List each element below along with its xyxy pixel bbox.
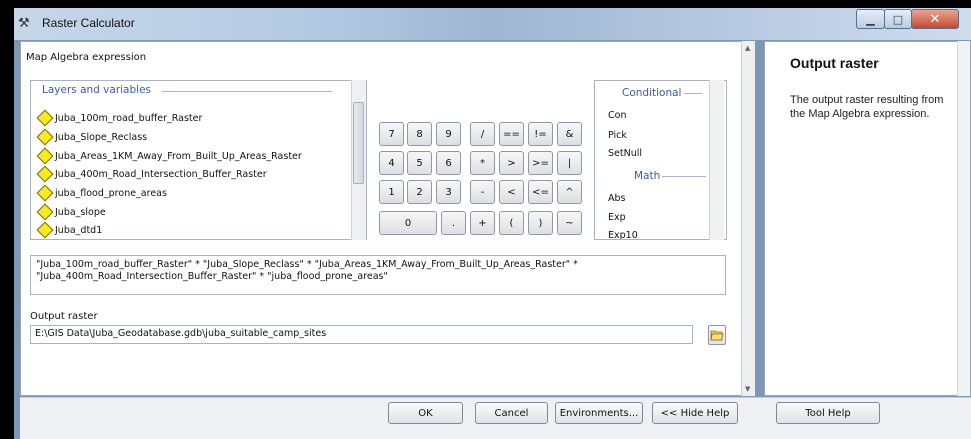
conditional-header: Conditional xyxy=(622,87,682,99)
parameters-scrollbar[interactable]: ▲ ▼ xyxy=(741,41,755,396)
layers-scroll-thumb[interactable] xyxy=(353,102,364,184)
browse-button[interactable] xyxy=(708,325,726,345)
key-less[interactable]: < xyxy=(499,180,524,204)
minimize-icon: ▁ xyxy=(866,12,875,26)
title-bar[interactable]: ⚒ Raster Calculator ▁ □ ✕ xyxy=(14,8,971,40)
key-greater-equal[interactable]: >= xyxy=(528,151,553,175)
function-exp[interactable]: Exp xyxy=(608,212,626,223)
key-xor[interactable]: ^ xyxy=(557,180,582,204)
window-title: Raster Calculator xyxy=(42,16,135,30)
minimize-button[interactable]: ▁ xyxy=(856,9,885,29)
key-decimal[interactable]: . xyxy=(441,211,466,235)
list-item[interactable]: Juba_Slope_Reclass xyxy=(36,128,147,146)
layer-diamond-icon xyxy=(36,221,54,239)
function-con[interactable]: Con xyxy=(608,110,626,121)
list-item[interactable]: Juba_Areas_1KM_Away_From_Built_Up_Areas_… xyxy=(36,147,302,165)
key-1[interactable]: 1 xyxy=(379,180,404,204)
layers-list[interactable]: Juba_100m_road_buffer_Raster Juba_Slope_… xyxy=(30,80,367,240)
key-8[interactable]: 8 xyxy=(407,122,432,146)
tool-help-button[interactable]: Tool Help xyxy=(776,402,880,424)
layers-header: Layers and variables xyxy=(42,84,152,96)
key-5[interactable]: 5 xyxy=(407,151,432,175)
key-3[interactable]: 3 xyxy=(436,180,461,204)
key-4[interactable]: 4 xyxy=(379,151,404,175)
key-7[interactable]: 7 xyxy=(379,122,404,146)
header-divider xyxy=(662,176,706,177)
key-not-equal[interactable]: != xyxy=(528,122,553,146)
key-0[interactable]: 0 xyxy=(379,211,437,235)
ok-button[interactable]: OK xyxy=(388,402,463,424)
header-divider xyxy=(684,93,702,94)
key-minus[interactable]: - xyxy=(470,180,495,204)
key-and[interactable]: & xyxy=(557,122,582,146)
key-equal[interactable]: == xyxy=(499,122,524,146)
key-9[interactable]: 9 xyxy=(436,122,461,146)
folder-open-icon xyxy=(710,330,724,341)
function-exp10[interactable]: Exp10 xyxy=(608,230,638,239)
key-or[interactable]: | xyxy=(557,151,582,175)
header-divider xyxy=(162,91,332,92)
list-item[interactable]: Juba_slope xyxy=(36,203,106,221)
key-divide[interactable]: / xyxy=(470,122,495,146)
hide-help-button[interactable]: << Hide Help xyxy=(652,402,738,424)
tool-icon: ⚒ xyxy=(18,16,30,31)
function-abs[interactable]: Abs xyxy=(608,193,625,204)
list-item[interactable]: Juba_400m_Road_Intersection_Buffer_Raste… xyxy=(36,165,267,183)
expression-textbox[interactable]: "Juba_100m_road_buffer_Raster" * "Juba_S… xyxy=(30,255,726,295)
layer-diamond-icon xyxy=(36,184,54,202)
list-item[interactable]: juba_flood_prone_areas xyxy=(36,184,167,202)
scroll-up-icon[interactable]: ▲ xyxy=(745,44,750,52)
output-raster-label: Output raster xyxy=(30,311,98,322)
list-item[interactable]: Juba_100m_road_buffer_Raster xyxy=(36,109,202,127)
layer-diamond-icon xyxy=(36,109,54,127)
layer-diamond-icon xyxy=(36,165,54,183)
layer-diamond-icon xyxy=(36,203,54,221)
key-not[interactable]: ~ xyxy=(557,211,582,235)
close-button[interactable]: ✕ xyxy=(911,9,959,29)
function-setnull[interactable]: SetNull xyxy=(608,148,642,159)
function-pick[interactable]: Pick xyxy=(608,130,627,141)
maximize-button[interactable]: □ xyxy=(884,9,912,29)
layer-diamond-icon xyxy=(36,128,54,146)
list-item[interactable]: Juba_dtd1 xyxy=(36,221,102,239)
close-icon: ✕ xyxy=(929,11,941,27)
maximize-icon: □ xyxy=(892,12,904,26)
output-raster-field[interactable]: E:\GIS Data\Juba_Geodatabase.gdb\juba_su… xyxy=(30,325,693,344)
map-algebra-label: Map Algebra expression xyxy=(26,52,147,63)
key-6[interactable]: 6 xyxy=(436,151,461,175)
environments-button[interactable]: Environments... xyxy=(555,402,643,424)
help-text: The output raster resulting from the Map… xyxy=(790,94,944,120)
layer-diamond-icon xyxy=(36,147,54,165)
scroll-down-icon[interactable]: ▼ xyxy=(745,385,750,393)
key-greater[interactable]: > xyxy=(499,151,524,175)
math-header: Math xyxy=(634,170,661,182)
key-open-paren[interactable]: ( xyxy=(499,211,524,235)
key-multiply[interactable]: * xyxy=(470,151,495,175)
cancel-button[interactable]: Cancel xyxy=(475,402,548,424)
key-2[interactable]: 2 xyxy=(407,180,432,204)
key-close-paren[interactable]: ) xyxy=(528,211,553,235)
functions-scrollbar[interactable] xyxy=(709,80,724,240)
help-scrollbar[interactable] xyxy=(957,41,970,396)
help-title: Output raster xyxy=(790,55,879,71)
key-less-equal[interactable]: <= xyxy=(528,180,553,204)
key-plus[interactable]: + xyxy=(470,211,495,235)
